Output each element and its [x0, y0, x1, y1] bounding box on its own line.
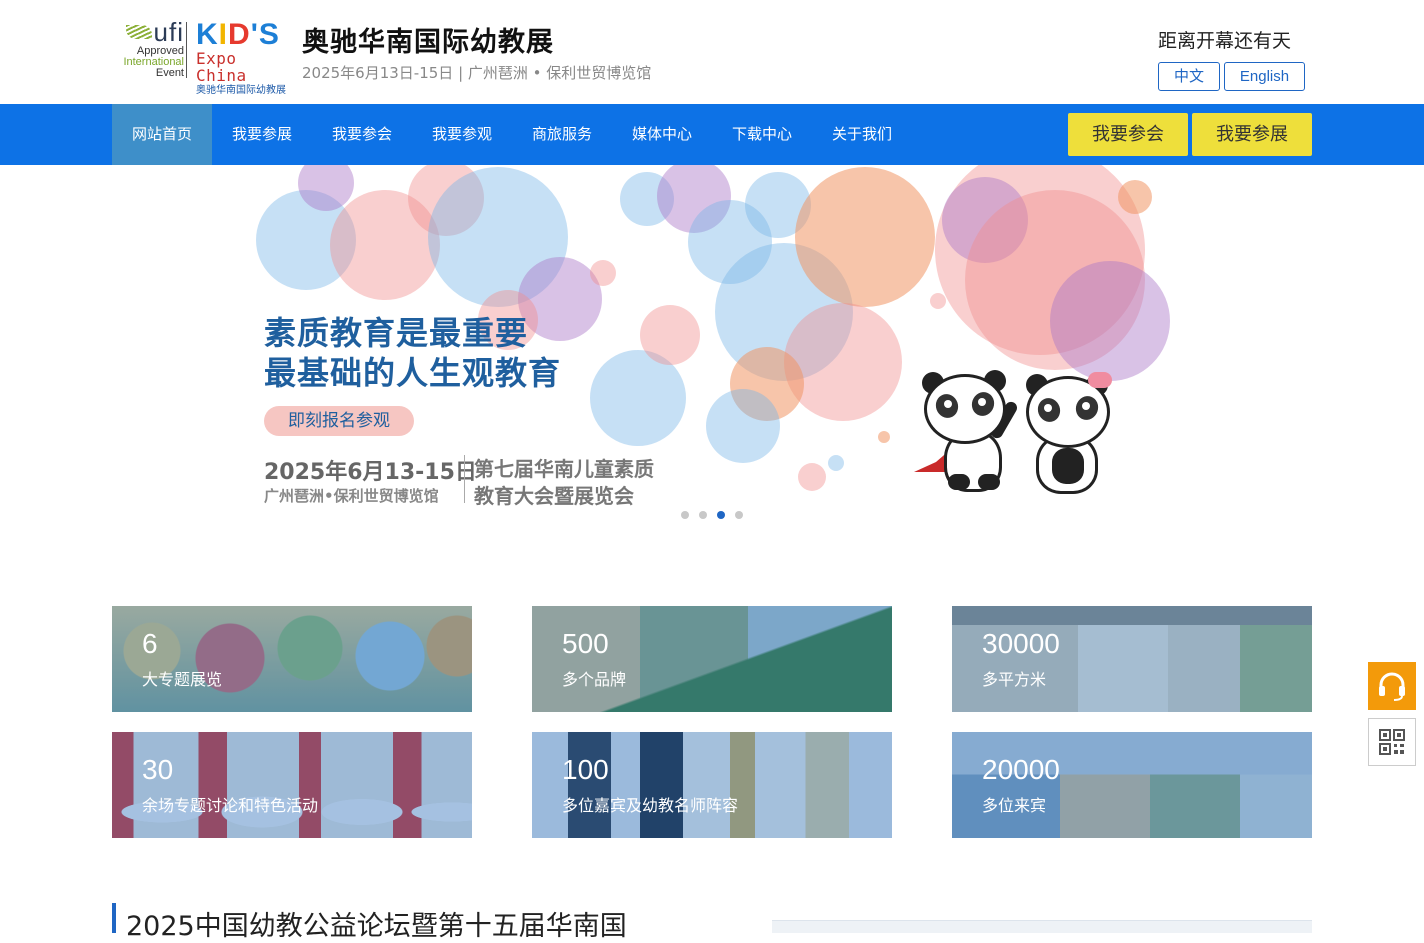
stat-label: 多平方米: [982, 670, 1047, 689]
customer-service-button[interactable]: [1368, 662, 1416, 710]
nav-item-travel-services[interactable]: 商旅服务: [512, 104, 612, 165]
qr-code-icon: [1379, 729, 1405, 755]
stat-number: 500: [562, 628, 609, 659]
banner-bubble: [590, 260, 616, 286]
stat-number: 30: [142, 754, 174, 785]
banner-bubble: [828, 455, 844, 471]
banner-headline: 素质教育是最重要 最基础的人生观教育: [264, 314, 562, 392]
stat-number: 30000: [982, 628, 1060, 659]
stat-label: 多个品牌: [562, 670, 627, 689]
site-subtitle: 2025年6月13日-15日 | 广州琶洲 • 保利世贸博览馆: [302, 64, 652, 82]
banner-bubble: [878, 431, 890, 443]
site-title: 奥驰华南国际幼教展: [302, 27, 554, 58]
site-header: ufi Approved International Event KID'S E…: [0, 0, 1424, 104]
ufi-swoosh-icon: [125, 25, 152, 39]
panda-mascot-left-icon: [914, 370, 1024, 495]
language-english-button[interactable]: English: [1224, 62, 1305, 91]
main-navigation: 网站首页 我要参展 我要参会 我要参观 商旅服务 媒体中心 下载中心 关于我们 …: [0, 104, 1424, 165]
slider-dot[interactable]: [699, 511, 707, 519]
banner-bubble: [795, 167, 935, 307]
stat-label: 大专题展览: [142, 670, 223, 689]
stat-label: 余场专题讨论和特色活动: [142, 796, 319, 815]
kids-wordmark: KID'S: [196, 18, 280, 51]
opening-countdown: 距离开幕还有天: [1158, 30, 1292, 52]
news-headline[interactable]: 2025中国幼教公益论坛暨第十五届华南国: [126, 904, 627, 943]
kids-expo-china-text: Expo China: [196, 49, 247, 85]
banner-bubble: [798, 463, 826, 491]
nav-item-media-center[interactable]: 媒体中心: [612, 104, 712, 165]
banner-date: 2025年6月13-15日: [264, 460, 477, 485]
stat-card-brands[interactable]: 500 多个品牌: [532, 606, 892, 712]
qr-code-button[interactable]: [1368, 718, 1416, 766]
banner-bubble: [1118, 180, 1152, 214]
cta-exhibit-button[interactable]: 我要参展: [1192, 113, 1312, 156]
banner-bubble: [640, 305, 700, 365]
hero-banner-slider[interactable]: 素质教育是最重要 最基础的人生观教育 即刻报名参观 2025年6月13-15日 …: [0, 165, 1424, 527]
nav-item-visit[interactable]: 我要参观: [412, 104, 512, 165]
nav-item-download-center[interactable]: 下载中心: [712, 104, 812, 165]
banner-bubble: [1050, 261, 1170, 381]
kids-expo-logo[interactable]: KID'S Expo China 奥驰华南国际幼教展: [196, 18, 296, 97]
nav-item-attend-conference[interactable]: 我要参会: [312, 104, 412, 165]
stat-number: 6: [142, 628, 158, 659]
banner-bubble: [706, 389, 780, 463]
stat-card-visitors[interactable]: 20000 多位来宾: [952, 732, 1312, 838]
stat-card-area[interactable]: 30000 多平方米: [952, 606, 1312, 712]
banner-bubble: [930, 293, 946, 309]
banner-register-button[interactable]: 即刻报名参观: [264, 406, 414, 436]
ufi-approved-logo: ufi Approved International Event: [108, 18, 184, 82]
language-chinese-button[interactable]: 中文: [1158, 62, 1220, 91]
ufi-event-text: Event: [155, 67, 184, 79]
nav-item-home[interactable]: 网站首页: [112, 104, 212, 165]
banner-event-line2: 教育大会暨展览会: [474, 484, 634, 508]
slider-dot-active[interactable]: [717, 511, 725, 519]
news-thumbnail[interactable]: [772, 920, 1312, 933]
headset-icon: [1379, 672, 1405, 701]
nav-item-exhibit[interactable]: 我要参展: [212, 104, 312, 165]
stat-label: 多位嘉宾及幼教名师阵容: [562, 796, 739, 815]
stat-number: 100: [562, 754, 609, 785]
nav-item-about-us[interactable]: 关于我们: [812, 104, 912, 165]
stat-card-speakers[interactable]: 100 多位嘉宾及幼教名师阵容: [532, 732, 892, 838]
panda-bow-icon: [1088, 372, 1112, 388]
banner-divider: [464, 455, 465, 503]
kids-logo-cn-text: 奥驰华南国际幼教展: [196, 85, 286, 96]
slider-dot[interactable]: [681, 511, 689, 519]
banner-bubble: [784, 303, 902, 421]
stat-label: 多位来宾: [982, 796, 1047, 815]
stat-card-themes[interactable]: 6 大专题展览: [112, 606, 472, 712]
banner-event-line1: 第七届华南儿童素质: [474, 457, 654, 481]
ufi-mark-text: ufi: [153, 17, 184, 47]
banner-venue: 广州琶洲•保利世贸博览馆: [264, 487, 439, 505]
cta-attend-button[interactable]: 我要参会: [1068, 113, 1188, 156]
logo-divider: [186, 22, 187, 78]
panda-mascot-right-icon: [1022, 372, 1118, 497]
stat-card-sessions[interactable]: 30 余场专题讨论和特色活动: [112, 732, 472, 838]
news-section-accent: [112, 903, 116, 933]
stat-number: 20000: [982, 754, 1060, 785]
slider-dot[interactable]: [735, 511, 743, 519]
